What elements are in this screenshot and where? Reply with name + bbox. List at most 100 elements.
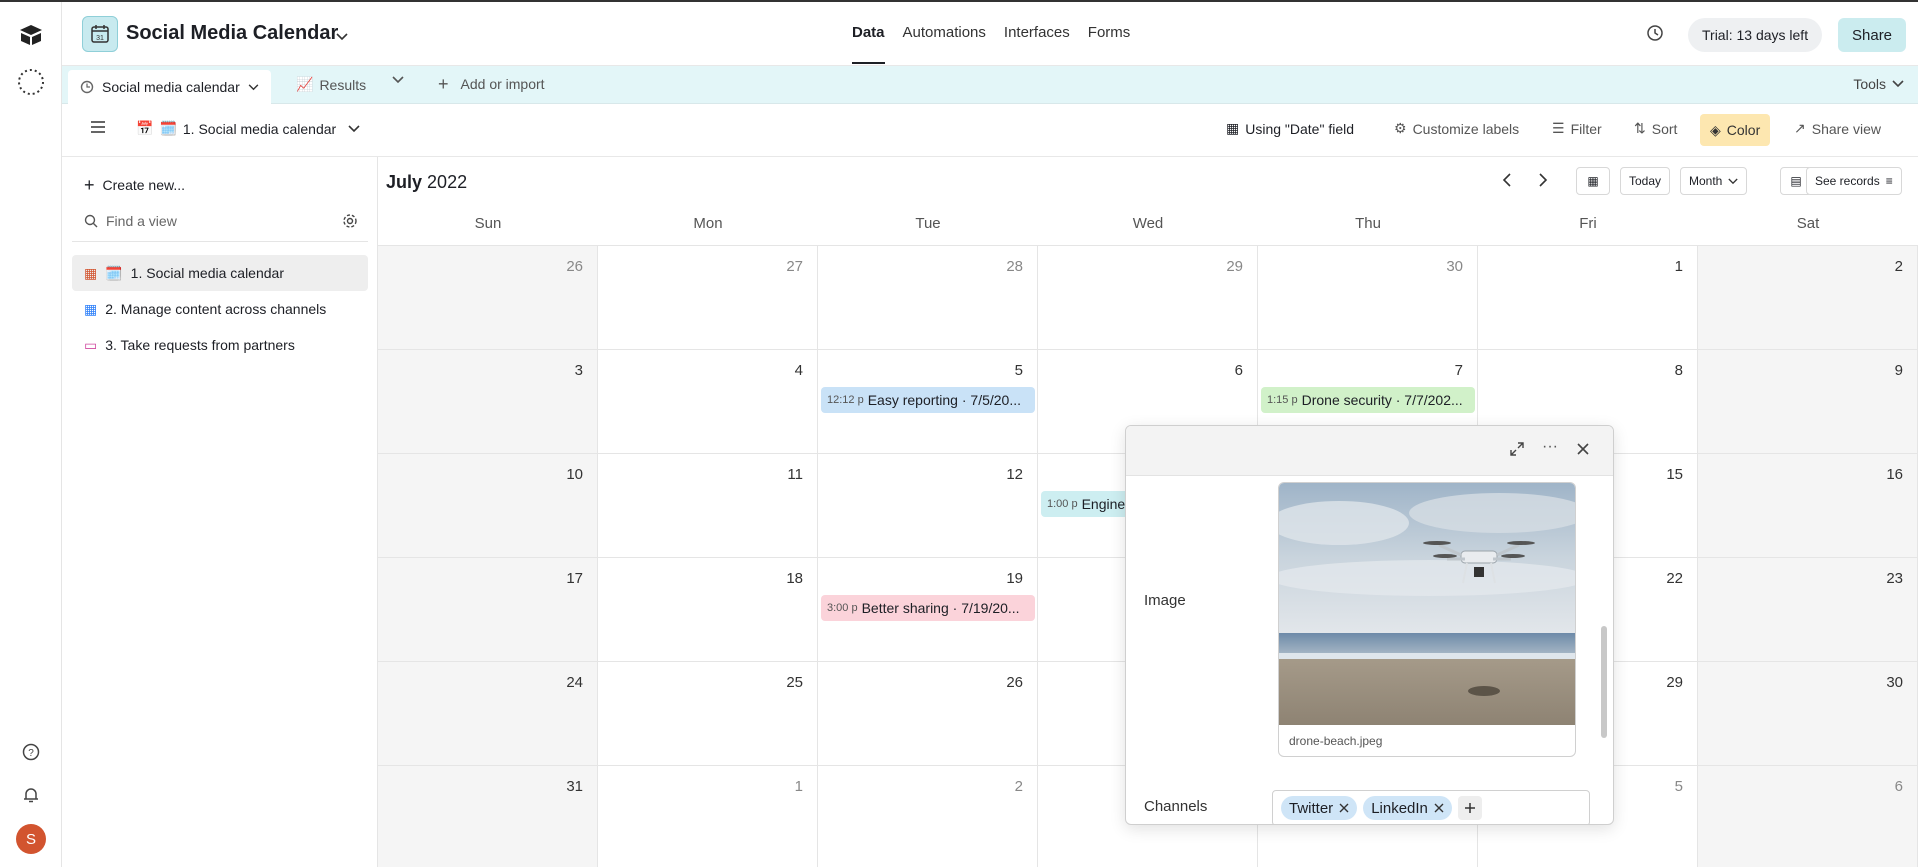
customize-labels-button[interactable]: ⚙ Customize labels (1394, 120, 1519, 137)
day-number: 2 (1014, 778, 1023, 795)
calendar-day-cell[interactable]: 12 (818, 454, 1038, 558)
color-label: Color (1726, 122, 1761, 138)
share-button[interactable]: Share (1838, 18, 1907, 52)
channel-chip-linkedin: LinkedIn (1363, 796, 1452, 820)
tools-label: Tools (1853, 76, 1886, 92)
day-number: 16 (1886, 466, 1903, 483)
next-month-icon[interactable] (1538, 173, 1548, 192)
remove-chip-icon[interactable] (1434, 803, 1444, 813)
calendar-day-cell[interactable]: 2 (1698, 246, 1918, 350)
more-options-icon[interactable]: ··· (1542, 438, 1558, 456)
event-easy-reporting[interactable]: 12:12 p Easy reporting · 7/5/20... (821, 387, 1035, 413)
workspace-icon[interactable] (16, 67, 46, 97)
close-icon[interactable] (1576, 442, 1590, 461)
calendar-icon: ▦ (1587, 174, 1599, 188)
color-button[interactable]: ◈ Color (1700, 114, 1771, 146)
weekday-label: Mon (693, 215, 723, 232)
view-item-manage-content[interactable]: ▦ 2. Manage content across channels (72, 291, 368, 327)
view-switcher[interactable]: 📅 🗓️ 1. Social media calendar (136, 120, 360, 137)
filter-icon: ☰ (1552, 120, 1565, 136)
find-view-search[interactable]: Find a view (72, 203, 368, 239)
top-header: 31 Social Media Calendar Data Automation… (62, 2, 1918, 66)
prev-month-icon[interactable] (1502, 173, 1512, 192)
chevron-down-icon[interactable] (248, 83, 259, 91)
home-logo-icon[interactable] (16, 20, 46, 50)
calendar-day-cell[interactable]: 9 (1698, 350, 1918, 454)
view-item-take-requests[interactable]: ▭ 3. Take requests from partners (72, 327, 368, 363)
search-input[interactable]: Find a view (106, 213, 334, 229)
day-number: 15 (1666, 466, 1683, 483)
attachment-thumbnail[interactable]: drone-beach.jpeg (1278, 482, 1576, 757)
see-records-button[interactable]: See records ≡ (1806, 167, 1902, 195)
calendar-day-cell[interactable]: 25 (598, 662, 818, 766)
tab-forms[interactable]: Forms (1088, 24, 1131, 64)
calendar-day-cell[interactable]: 11 (598, 454, 818, 558)
tab-results[interactable]: 📈 Results (296, 76, 366, 93)
history-icon[interactable] (1646, 24, 1664, 47)
calendar-day-cell[interactable]: 30 (1698, 662, 1918, 766)
calendar-day-cell[interactable]: 26 (818, 662, 1038, 766)
tools-menu[interactable]: Tools (1853, 76, 1904, 92)
calendar-day-cell[interactable]: 10 (378, 454, 598, 558)
remove-chip-icon[interactable] (1339, 803, 1349, 813)
add-channel-button[interactable] (1457, 796, 1482, 820)
calendar-day-cell[interactable]: 28 (818, 246, 1038, 350)
calendar-day-cell[interactable]: 1 (598, 766, 818, 867)
notifications-bell-icon[interactable] (16, 780, 46, 810)
calendar-day-cell[interactable]: 27 (598, 246, 818, 350)
calendar-day-cell[interactable]: 17 (378, 558, 598, 662)
day-number: 26 (566, 258, 583, 275)
avatar[interactable]: S (16, 824, 46, 854)
chart-icon: 📈 (296, 76, 314, 92)
sort-button[interactable]: ⇅ Sort (1634, 120, 1677, 137)
scrollbar[interactable] (1601, 626, 1607, 738)
calendar-day-cell[interactable]: 16 (1698, 454, 1918, 558)
calendar-day-cell[interactable]: 4 (598, 350, 818, 454)
day-number: 18 (786, 570, 803, 587)
calendar-day-cell[interactable]: 29 (1038, 246, 1258, 350)
calendar-day-cell[interactable]: 6 (1698, 766, 1918, 867)
plus-icon: + (438, 74, 449, 94)
view-name: 1. Social media calendar (182, 120, 337, 137)
channels-field[interactable]: Twitter LinkedIn (1272, 790, 1590, 824)
view-item-social-media-calendar[interactable]: ▦ 🗓️ 1. Social media calendar (72, 255, 368, 291)
calendar-day-cell[interactable]: 31 (378, 766, 598, 867)
expand-icon[interactable] (1510, 442, 1524, 461)
add-or-import-button[interactable]: + Add or import (438, 74, 545, 94)
calendar-day-cell[interactable]: 23 (1698, 558, 1918, 662)
event-better-sharing[interactable]: 3:00 p Better sharing · 7/19/20... (821, 595, 1035, 621)
tab-data[interactable]: Data (852, 24, 885, 64)
month-title: July 2022 (386, 172, 467, 193)
grid-view-icon: ▦ (84, 300, 98, 317)
hamburger-menu-icon[interactable] (90, 120, 106, 134)
tab-social-media-calendar[interactable]: Social media calendar (68, 70, 271, 104)
calendar-day-cell[interactable]: 3 (378, 350, 598, 454)
paint-bucket-icon: ◈ (1710, 121, 1721, 138)
base-title[interactable]: Social Media Calendar (126, 22, 338, 45)
tab-interfaces[interactable]: Interfaces (1004, 24, 1070, 64)
calendar-day-cell[interactable]: 18 (598, 558, 818, 662)
calendar-day-cell[interactable]: 2 (818, 766, 1038, 867)
filter-button[interactable]: ☰ Filter (1552, 120, 1602, 137)
day-number: 3 (574, 362, 583, 379)
calendar-day-cell[interactable]: 24 (378, 662, 598, 766)
more-tables-chevron-icon[interactable] (392, 76, 404, 84)
create-new-button[interactable]: + Create new... (72, 167, 368, 203)
date-field-selector[interactable]: ▦ Using "Date" field (1226, 120, 1354, 137)
range-select[interactable]: Month (1680, 167, 1748, 195)
calendar-day-cell[interactable]: 1 (1478, 246, 1698, 350)
date-picker-button[interactable]: ▦ (1576, 167, 1610, 195)
gear-icon[interactable] (342, 213, 358, 229)
chevron-down-icon[interactable] (336, 28, 348, 46)
share-view-button[interactable]: ↗ Share view (1794, 120, 1881, 137)
today-button[interactable]: Today (1620, 167, 1671, 195)
chevron-down-icon (348, 124, 360, 132)
tab-automations[interactable]: Automations (903, 24, 986, 64)
calendar-day-cell[interactable]: 30 (1258, 246, 1478, 350)
weekday-label: Sat (1796, 215, 1820, 232)
trial-badge[interactable]: Trial: 13 days left (1688, 18, 1823, 52)
event-drone-security[interactable]: 1:15 p Drone security · 7/7/202... (1261, 387, 1475, 413)
help-icon[interactable]: ? (16, 737, 46, 767)
calendar-day-cell[interactable]: 26 (378, 246, 598, 350)
channel-chip-twitter: Twitter (1281, 796, 1358, 820)
